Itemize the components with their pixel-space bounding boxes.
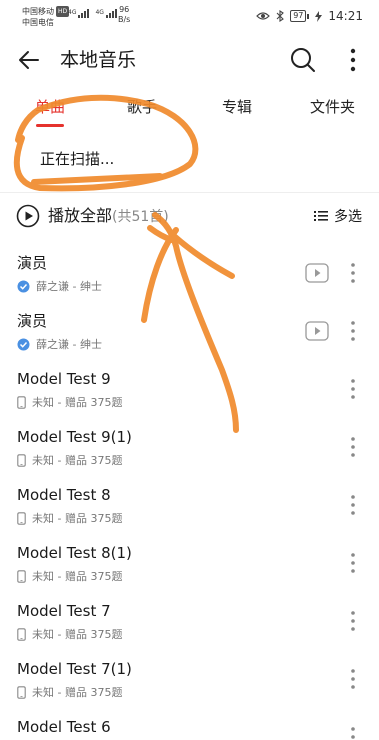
signal-indicators: 4G 4G xyxy=(68,9,117,18)
list-item[interactable]: Model Test 7 未知 - 赠品 375题 xyxy=(0,596,379,654)
song-title: 演员 xyxy=(17,254,48,272)
scanning-status: 正在扫描... xyxy=(40,150,115,168)
phone-icon xyxy=(17,685,26,699)
carrier-secondary: 中国电信 xyxy=(22,18,54,27)
list-item[interactable]: Model Test 8 未知 - 赠品 375题 xyxy=(0,480,379,538)
status-right: 97 14:21 xyxy=(256,9,363,23)
multi-select-label: 多选 xyxy=(334,209,362,225)
list-icon xyxy=(314,211,328,221)
song-subtitle: 未知 - 赠品 375题 xyxy=(17,626,122,642)
back-arrow-icon[interactable] xyxy=(16,47,42,73)
tab-albums[interactable]: 专辑 xyxy=(222,96,252,118)
more-vertical-icon[interactable] xyxy=(343,46,363,74)
more-vertical-icon[interactable] xyxy=(344,376,362,402)
more-vertical-icon[interactable] xyxy=(344,318,362,344)
play-all-button[interactable]: 播放全部(共51首) xyxy=(48,204,169,229)
song-title: Model Test 7(1) xyxy=(17,660,132,678)
song-subtitle: 未知 - 赠品 375题 xyxy=(17,568,122,584)
page-title: 本地音乐 xyxy=(60,49,137,71)
eye-icon xyxy=(256,12,271,20)
song-subtitle: 薛之谦 - 绅士 xyxy=(17,278,102,294)
carrier-info: 中国移动 HD 中国电信 xyxy=(22,6,70,28)
more-vertical-icon[interactable] xyxy=(344,550,362,576)
phone-icon xyxy=(17,453,26,467)
list-item[interactable]: Model Test 7(1) 未知 - 赠品 375题 xyxy=(0,654,379,712)
song-count: (共51首) xyxy=(112,209,169,225)
tab-artists[interactable]: 歌手 xyxy=(127,96,157,118)
tab-indicator xyxy=(36,124,64,127)
app-bar: 本地音乐 xyxy=(0,34,379,86)
tab-folders[interactable]: 文件夹 xyxy=(310,96,355,118)
more-vertical-icon[interactable] xyxy=(344,608,362,634)
tab-songs[interactable]: 单曲 xyxy=(35,96,65,118)
search-icon[interactable] xyxy=(289,46,317,74)
song-subtitle: 薛之谦 - 绅士 xyxy=(17,336,102,352)
song-title: Model Test 8 xyxy=(17,486,111,504)
mv-play-icon[interactable] xyxy=(305,263,329,283)
list-item[interactable]: 演员 薛之谦 - 绅士 xyxy=(0,248,379,306)
song-subtitle: 未知 - 赠品 375题 xyxy=(17,452,122,468)
song-subtitle: 未知 - 赠品 375题 xyxy=(17,394,122,410)
song-subtitle: 未知 - 赠品 375题 xyxy=(17,510,122,526)
verified-icon xyxy=(17,280,30,292)
battery-indicator: 97 xyxy=(290,10,310,22)
play-all-row[interactable]: 播放全部(共51首) 多选 xyxy=(0,200,379,232)
bluetooth-icon xyxy=(276,10,285,22)
more-vertical-icon[interactable] xyxy=(344,492,362,518)
song-title: 演员 xyxy=(17,312,48,330)
list-item[interactable]: Model Test 9 未知 - 赠品 375题 xyxy=(0,364,379,422)
more-vertical-icon[interactable] xyxy=(344,666,362,692)
song-title: Model Test 9 xyxy=(17,370,111,388)
phone-icon xyxy=(17,511,26,525)
phone-icon xyxy=(17,569,26,583)
list-item[interactable]: Model Test 6 xyxy=(0,712,379,740)
more-vertical-icon[interactable] xyxy=(344,434,362,460)
more-vertical-icon[interactable] xyxy=(344,724,362,740)
scribble-circle-tail xyxy=(31,173,163,185)
divider xyxy=(0,192,379,193)
tab-bar: 单曲 歌手 专辑 文件夹 xyxy=(0,90,379,130)
song-title: Model Test 9(1) xyxy=(17,428,132,446)
network-speed: 96 B/s xyxy=(118,5,131,24)
list-item[interactable]: Model Test 8(1) 未知 - 赠品 375题 xyxy=(0,538,379,596)
verified-icon xyxy=(17,338,30,350)
signal-icon: 4G xyxy=(95,9,117,18)
more-vertical-icon[interactable] xyxy=(344,260,362,286)
list-item[interactable]: 演员 薛之谦 - 绅士 xyxy=(0,306,379,364)
multi-select-button[interactable]: 多选 xyxy=(314,204,362,228)
carrier-primary: 中国移动 xyxy=(22,7,54,16)
play-all-label: 播放全部 xyxy=(48,206,113,225)
song-title: Model Test 7 xyxy=(17,602,111,620)
phone-icon xyxy=(17,395,26,409)
song-subtitle: 未知 - 赠品 375题 xyxy=(17,684,122,700)
song-title: Model Test 8(1) xyxy=(17,544,132,562)
phone-icon xyxy=(17,627,26,641)
status-bar: 中国移动 HD 中国电信 4G 4G 96 B/s 97 14:21 xyxy=(0,0,379,34)
song-title: Model Test 6 xyxy=(17,718,111,736)
signal-icon: 4G xyxy=(68,9,90,18)
mv-play-icon[interactable] xyxy=(305,321,329,341)
clock: 14:21 xyxy=(328,9,363,23)
play-circle-icon[interactable] xyxy=(16,204,40,228)
list-item[interactable]: Model Test 9(1) 未知 - 赠品 375题 xyxy=(0,422,379,480)
charging-icon xyxy=(315,10,323,22)
